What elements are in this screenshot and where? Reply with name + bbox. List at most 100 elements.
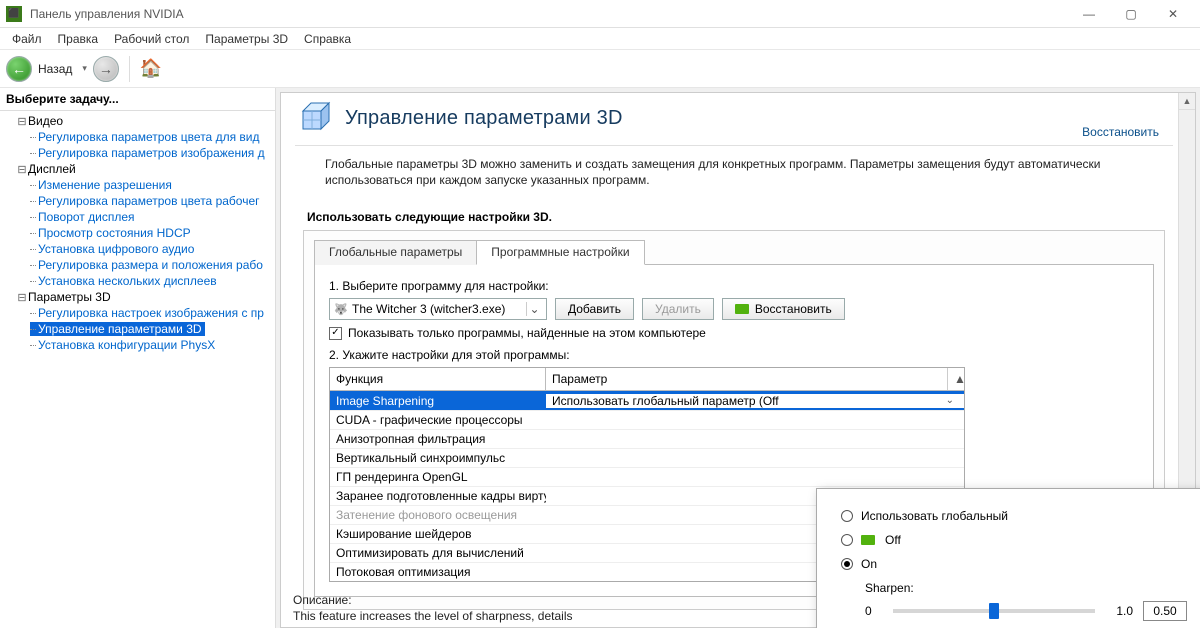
radio-use-global[interactable]: Использовать глобальный (841, 509, 1187, 523)
step2-label: 2. Укажите настройки для этой программы: (329, 348, 1139, 362)
chevron-down-icon[interactable]: ⌄ (526, 302, 542, 316)
cube-3d-icon (299, 101, 333, 135)
chevron-down-icon[interactable]: ⌄ (942, 395, 958, 406)
program-select[interactable]: 🐺 The Witcher 3 (witcher3.exe) ⌄ (329, 298, 547, 320)
menu-edit[interactable]: Правка (50, 30, 107, 48)
restore-button-label: Восстановить (755, 302, 832, 316)
tree-item[interactable]: Установка конфигурации PhysX (4, 337, 275, 353)
show-only-label: Показывать только программы, найденные н… (348, 326, 706, 340)
sharpen-value-input[interactable]: 0.50 (1143, 601, 1187, 621)
nav-toolbar: ← Назад ▾ → 🏠 (0, 50, 1200, 88)
menu-desktop[interactable]: Рабочий стол (106, 30, 197, 48)
checkbox-checked-icon[interactable]: ✓ (329, 327, 342, 340)
tree-item[interactable]: Установка нескольких дисплеев (4, 273, 275, 289)
sharpen-slider-block: Sharpen: 0 1.0 0.50 (865, 581, 1187, 621)
maximize-button[interactable]: ▢ (1110, 2, 1152, 26)
task-tree: ⊟ Видео Регулировка параметров цвета для… (0, 111, 275, 353)
table-header: Функция Параметр ▲ (330, 368, 964, 391)
tree-item[interactable]: Поворот дисплея (4, 209, 275, 225)
radio-checked-icon[interactable] (841, 558, 853, 570)
home-icon[interactable]: 🏠 (140, 58, 162, 80)
radio-icon[interactable] (841, 534, 853, 546)
tree-group-label: Параметры 3D (28, 290, 111, 304)
nvidia-badge-icon (735, 304, 749, 314)
back-button[interactable]: ← (6, 56, 32, 82)
remove-button[interactable]: Удалить (642, 298, 714, 320)
tree-group-label: Дисплей (28, 162, 76, 176)
forward-button[interactable]: → (93, 56, 119, 82)
radio-label: Использовать глобальный (861, 509, 1008, 523)
sidebar-header: Выберите задачу... (0, 88, 275, 111)
collapse-icon[interactable]: ⊟ (16, 163, 28, 176)
minimize-button[interactable]: — (1068, 2, 1110, 26)
radio-label: Off (885, 533, 901, 547)
table-row[interactable]: Image Sharpening Использовать глобальный… (330, 391, 964, 410)
sharpen-slider[interactable] (893, 609, 1095, 613)
tree-item[interactable]: Установка цифрового аудио (4, 241, 275, 257)
back-label: Назад (38, 62, 72, 76)
menu-bar: Файл Правка Рабочий стол Параметры 3D Сп… (0, 28, 1200, 50)
program-selected-label: The Witcher 3 (witcher3.exe) (352, 302, 505, 316)
collapse-icon[interactable]: ⊟ (16, 115, 28, 128)
menu-3d[interactable]: Параметры 3D (197, 30, 296, 48)
settings-group-title: Использовать следующие настройки 3D. (303, 204, 1165, 230)
sharpen-max: 1.0 (1105, 604, 1133, 618)
tree-group-video[interactable]: ⊟ Видео (4, 113, 275, 129)
tree-item[interactable]: Регулировка параметров цвета для вид (4, 129, 275, 145)
menu-help[interactable]: Справка (296, 30, 359, 48)
page-title: Управление параметрами 3D (345, 107, 623, 130)
close-button[interactable]: ✕ (1152, 2, 1194, 26)
main-pane: ▲ ▼ Управление парам (276, 88, 1200, 628)
restore-button[interactable]: Восстановить (722, 298, 845, 320)
window-title: Панель управления NVIDIA (30, 7, 184, 21)
step1-label: 1. Выберите программу для настройки: (329, 279, 1139, 293)
tab-program[interactable]: Программные настройки (476, 240, 644, 265)
radio-label: On (861, 557, 877, 571)
table-row[interactable]: Анизотропная фильтрация (330, 429, 964, 448)
scroll-up-icon[interactable]: ▲ (947, 368, 964, 390)
show-only-checkbox-row[interactable]: ✓ Показывать только программы, найденные… (329, 326, 1139, 340)
task-sidebar: Выберите задачу... ⊟ Видео Регулировка п… (0, 88, 276, 628)
collapse-icon[interactable]: ⊟ (16, 291, 28, 304)
th-parameter[interactable]: Параметр (546, 368, 947, 390)
tree-group-display[interactable]: ⊟ Дисплей (4, 161, 275, 177)
toolbar-separator (129, 56, 130, 82)
tree-item[interactable]: Просмотр состояния HDCP (4, 225, 275, 241)
nvidia-icon: ⬛ (6, 6, 22, 22)
tree-item[interactable]: Регулировка параметров цвета рабочег (4, 193, 275, 209)
restore-defaults-link[interactable]: Восстановить (1082, 125, 1159, 139)
tree-item[interactable]: Регулировка размера и положения рабо (4, 257, 275, 273)
tree-item[interactable]: Изменение разрешения (4, 177, 275, 193)
menu-file[interactable]: Файл (4, 30, 50, 48)
th-function[interactable]: Функция (330, 368, 546, 390)
image-sharpening-popup: Использовать глобальный Off On Sharpen: … (816, 488, 1200, 628)
tree-item-selected[interactable]: Управление параметрами 3D (4, 321, 275, 337)
tab-global[interactable]: Глобальные параметры (314, 240, 477, 265)
table-row[interactable]: ГП рендеринга OpenGL (330, 467, 964, 486)
tree-group-label: Видео (28, 114, 63, 128)
slider-thumb[interactable] (989, 603, 999, 619)
sharpen-min: 0 (865, 604, 883, 618)
page-description: Глобальные параметры 3D можно заменить и… (295, 146, 1173, 198)
page-header: Управление параметрами 3D Восстановить (295, 93, 1173, 146)
radio-icon[interactable] (841, 510, 853, 522)
tree-item[interactable]: Регулировка параметров изображения д (4, 145, 275, 161)
program-icon: 🐺 (334, 302, 348, 316)
sharpen-label: Sharpen: (865, 581, 1187, 595)
nvidia-badge-icon (861, 535, 875, 545)
radio-off[interactable]: Off (841, 533, 1187, 547)
scroll-up-icon[interactable]: ▲ (1179, 93, 1195, 110)
tree-group-3d[interactable]: ⊟ Параметры 3D (4, 289, 275, 305)
table-row[interactable]: CUDA - графические процессоры (330, 410, 964, 429)
add-button[interactable]: Добавить (555, 298, 634, 320)
param-dropdown[interactable]: Использовать глобальный параметр (Off ⌄ (546, 394, 964, 408)
radio-on[interactable]: On (841, 557, 1187, 571)
tabs: Глобальные параметры Программные настрой… (314, 239, 1154, 265)
tree-item[interactable]: Регулировка настроек изображения с пр (4, 305, 275, 321)
back-dropdown-icon[interactable]: ▾ (82, 63, 87, 74)
title-bar: ⬛ Панель управления NVIDIA — ▢ ✕ (0, 0, 1200, 28)
arrow-left-icon: ← (12, 61, 26, 77)
table-row[interactable]: Вертикальный синхроимпульс (330, 448, 964, 467)
window-controls: — ▢ ✕ (1068, 2, 1194, 26)
arrow-right-icon: → (99, 61, 113, 77)
